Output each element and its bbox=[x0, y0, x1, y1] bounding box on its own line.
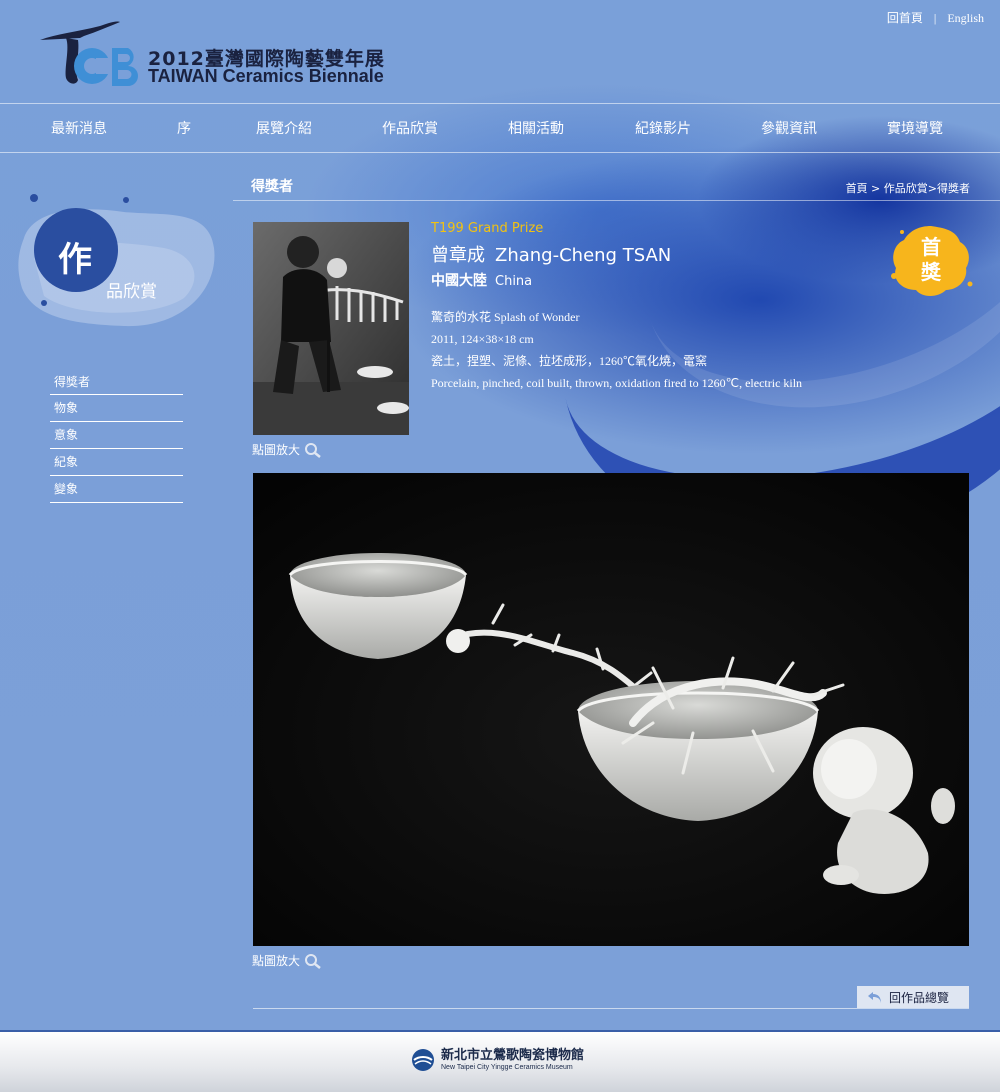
tcb-logo-icon bbox=[40, 21, 138, 86]
work-info: 驚奇的水花 Splash of Wonder 2011, 124×38×18 c… bbox=[431, 306, 802, 394]
work-dimensions: 2011, 124×38×18 cm bbox=[431, 332, 534, 346]
nav-item-visit-info[interactable]: 參觀資訊 bbox=[761, 118, 817, 138]
site-logo[interactable]: 2012臺灣國際陶藝雙年展 TAIWAN Ceramics Biennale bbox=[36, 18, 416, 90]
logo-title-en: TAIWAN Ceramics Biennale bbox=[148, 66, 384, 86]
back-button-label: 回作品總覽 bbox=[889, 990, 950, 1005]
content-divider bbox=[253, 1008, 969, 1009]
breadcrumb-separator: > bbox=[867, 182, 884, 195]
work-material-cn: 瓷土，捏塑、泥條、拉坯成形，1260℃氧化燒，電窯 bbox=[431, 354, 708, 368]
sidebar-item-change[interactable]: 變象 bbox=[50, 476, 183, 503]
zoom-label[interactable]: 點圖放大 bbox=[252, 441, 300, 458]
nav-item-preface[interactable]: 序 bbox=[177, 118, 191, 138]
nav-item-videos[interactable]: 紀錄影片 bbox=[635, 118, 691, 138]
badge-text-1: 首 bbox=[921, 235, 941, 259]
grand-prize-badge: 首 獎 bbox=[891, 226, 973, 296]
artwork-photo[interactable] bbox=[253, 473, 969, 946]
sidebar-title-big: 作 bbox=[58, 240, 92, 280]
sidebar-menu: 得獎者 物象 意象 紀象 變象 bbox=[50, 369, 183, 503]
footer: 新北市立鶯歌陶瓷博物館 New Taipei City Yingge Ceram… bbox=[0, 1030, 1000, 1092]
breadcrumb-current: 得獎者 bbox=[937, 182, 970, 195]
badge-text-2: 獎 bbox=[920, 260, 942, 284]
magnifier-icon bbox=[305, 953, 321, 969]
artist-name-cn: 曾章成 bbox=[431, 245, 485, 266]
sidebar-item-label[interactable]: 物象 bbox=[54, 401, 78, 415]
artist-photo-image bbox=[253, 222, 409, 435]
artist-photo[interactable] bbox=[253, 222, 409, 435]
sidebar-item-image[interactable]: 意象 bbox=[50, 422, 183, 449]
sidebar-item-label[interactable]: 變象 bbox=[54, 482, 78, 496]
home-link[interactable]: 回首頁 bbox=[887, 11, 923, 25]
zoom-link-artwork[interactable]: 點圖放大 bbox=[252, 952, 322, 969]
page-title: 得獎者 bbox=[251, 179, 293, 195]
country-cn: 中國大陸 bbox=[431, 273, 487, 289]
museum-logo-icon bbox=[412, 1049, 434, 1071]
artist-name-en: Zhang-Cheng TSAN bbox=[495, 245, 672, 266]
return-arrow-icon bbox=[868, 992, 881, 1003]
work-title: 驚奇的水花 Splash of Wonder bbox=[431, 310, 580, 324]
zoom-label[interactable]: 點圖放大 bbox=[252, 952, 300, 969]
magnifier-icon bbox=[305, 442, 321, 458]
country-en: China bbox=[495, 274, 533, 289]
content-header: 得獎者 首頁 > 作品欣賞>得獎者 bbox=[233, 170, 1000, 201]
main-nav: 最新消息 序 展覽介紹 作品欣賞 相關活動 紀錄影片 參觀資訊 實境導覽 bbox=[0, 103, 1000, 153]
zoom-link-artist[interactable]: 點圖放大 bbox=[252, 441, 322, 458]
work-material-en: Porcelain, pinched, coil built, thrown, … bbox=[431, 376, 803, 390]
museum-logo[interactable]: 新北市立鶯歌陶瓷博物館 New Taipei City Yingge Ceram… bbox=[411, 1048, 584, 1072]
top-links-separator: | bbox=[933, 11, 937, 25]
breadcrumb-separator: > bbox=[927, 182, 937, 195]
artwork-photo-image bbox=[253, 473, 969, 946]
nav-item-news[interactable]: 最新消息 bbox=[51, 118, 107, 138]
sidebar-item-label[interactable]: 紀象 bbox=[54, 455, 78, 469]
sidebar-title-small: 品欣賞 bbox=[106, 282, 157, 302]
artist-country: 中國大陸 China bbox=[431, 270, 532, 290]
sidebar-ink-blob bbox=[18, 194, 215, 327]
sidebar-item-winners[interactable]: 得獎者 bbox=[50, 369, 183, 395]
breadcrumb-works[interactable]: 作品欣賞 bbox=[884, 182, 928, 195]
breadcrumb-home[interactable]: 首頁 bbox=[846, 182, 868, 195]
back-to-works-button[interactable]: 回作品總覽 bbox=[857, 986, 969, 1008]
museum-name-en: New Taipei City Yingge Ceramics Museum bbox=[441, 1063, 573, 1071]
nav-item-works[interactable]: 作品欣賞 bbox=[382, 118, 438, 138]
museum-name-cn: 新北市立鶯歌陶瓷博物館 bbox=[441, 1047, 585, 1063]
sidebar-item-object[interactable]: 物象 bbox=[50, 395, 183, 422]
prize-code: T199 Grand Prize bbox=[431, 221, 544, 236]
nav-item-virtual-tour[interactable]: 實境導覽 bbox=[887, 118, 943, 138]
breadcrumb: 首頁 > 作品欣賞>得獎者 bbox=[846, 180, 970, 196]
nav-item-exhibition-intro[interactable]: 展覽介紹 bbox=[256, 118, 312, 138]
english-link[interactable]: English bbox=[947, 11, 984, 25]
sidebar-item-record[interactable]: 紀象 bbox=[50, 449, 183, 476]
top-links: 回首頁 | English bbox=[887, 9, 984, 26]
nav-item-events[interactable]: 相關活動 bbox=[508, 118, 564, 138]
sidebar-item-label[interactable]: 意象 bbox=[54, 428, 78, 442]
sidebar-item-label[interactable]: 得獎者 bbox=[54, 375, 90, 389]
artist-name: 曾章成 Zhang-Cheng TSAN bbox=[431, 241, 671, 267]
